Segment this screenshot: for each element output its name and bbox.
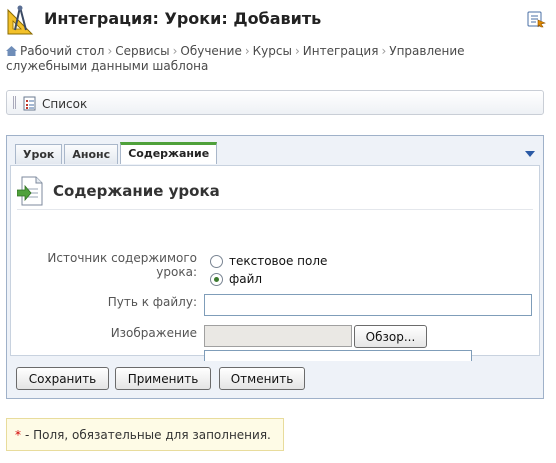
document-arrow-icon <box>17 176 43 206</box>
list-button[interactable]: Список <box>23 95 87 112</box>
tab-content-area: Содержание урока Источник содержимого ур… <box>10 165 540 372</box>
apply-button[interactable]: Применить <box>115 367 211 390</box>
tab-content[interactable]: Содержание <box>120 142 218 164</box>
required-star: * <box>15 428 21 442</box>
home-icon[interactable] <box>6 46 17 56</box>
browse-button[interactable]: Обзор... <box>354 325 427 348</box>
breadcrumb: Рабочий стол › Сервисы › Обучение › Курсы › Инте… <box>6 44 526 74</box>
list-button-label: Список <box>42 96 88 111</box>
tab-announcement[interactable]: Анонс <box>64 144 119 164</box>
tab-strip: Урок Анонс Содержание <box>15 142 219 165</box>
file-path-label: Путь к файлу: <box>107 295 197 309</box>
file-path-input[interactable] <box>204 294 532 316</box>
title-bar: Интеграция: Уроки: Добавить <box>0 0 556 40</box>
save-button[interactable]: Сохранить <box>16 367 109 390</box>
compass-ruler-icon <box>7 5 34 35</box>
section-title: Содержание урока <box>53 182 220 200</box>
radio-file-label: файл <box>229 272 263 286</box>
required-note-text: - Поля, обязательные для заполнения. <box>25 428 271 442</box>
toolbar-grip <box>13 96 16 109</box>
cancel-button[interactable]: Отменить <box>219 367 305 390</box>
edit-panel: Урок Анонс Содержание Содержание урока И… <box>6 135 544 399</box>
breadcrumb-separator: › <box>381 44 387 58</box>
breadcrumb-separator: › <box>172 44 178 58</box>
breadcrumb-item-courses[interactable]: Курсы <box>253 44 292 58</box>
breadcrumb-item-services[interactable]: Сервисы <box>115 44 169 58</box>
toolbar: Список <box>6 90 544 115</box>
radio-text-field-label: текстовое поле <box>229 254 328 268</box>
source-option-file[interactable]: файл <box>210 272 262 286</box>
help-book-icon[interactable] <box>526 10 546 28</box>
required-fields-note: * - Поля, обязательные для заполнения. <box>6 418 284 451</box>
chevron-down-icon[interactable] <box>525 151 535 157</box>
action-bar: Сохранить Применить Отменить <box>10 361 540 395</box>
source-label: Источник содержимого урока: <box>47 251 197 279</box>
breadcrumb-separator: › <box>294 44 300 58</box>
breadcrumb-item-desktop[interactable]: Рабочий стол <box>20 44 104 58</box>
breadcrumb-item-learning[interactable]: Обучение <box>180 44 241 58</box>
breadcrumb-separator: › <box>107 44 113 58</box>
radio-file[interactable] <box>210 272 223 286</box>
radio-text-field[interactable] <box>210 254 223 268</box>
breadcrumb-separator: › <box>244 44 250 58</box>
page-title: Интеграция: Уроки: Добавить <box>44 9 322 28</box>
breadcrumb-item-integration[interactable]: Интеграция <box>303 44 379 58</box>
tab-lesson[interactable]: Урок <box>15 144 63 164</box>
section-header: Содержание урока <box>17 176 533 210</box>
list-icon <box>23 96 36 111</box>
image-label: Изображение <box>110 326 197 340</box>
source-option-text[interactable]: текстовое поле <box>210 254 327 268</box>
image-file-path[interactable] <box>204 325 352 347</box>
